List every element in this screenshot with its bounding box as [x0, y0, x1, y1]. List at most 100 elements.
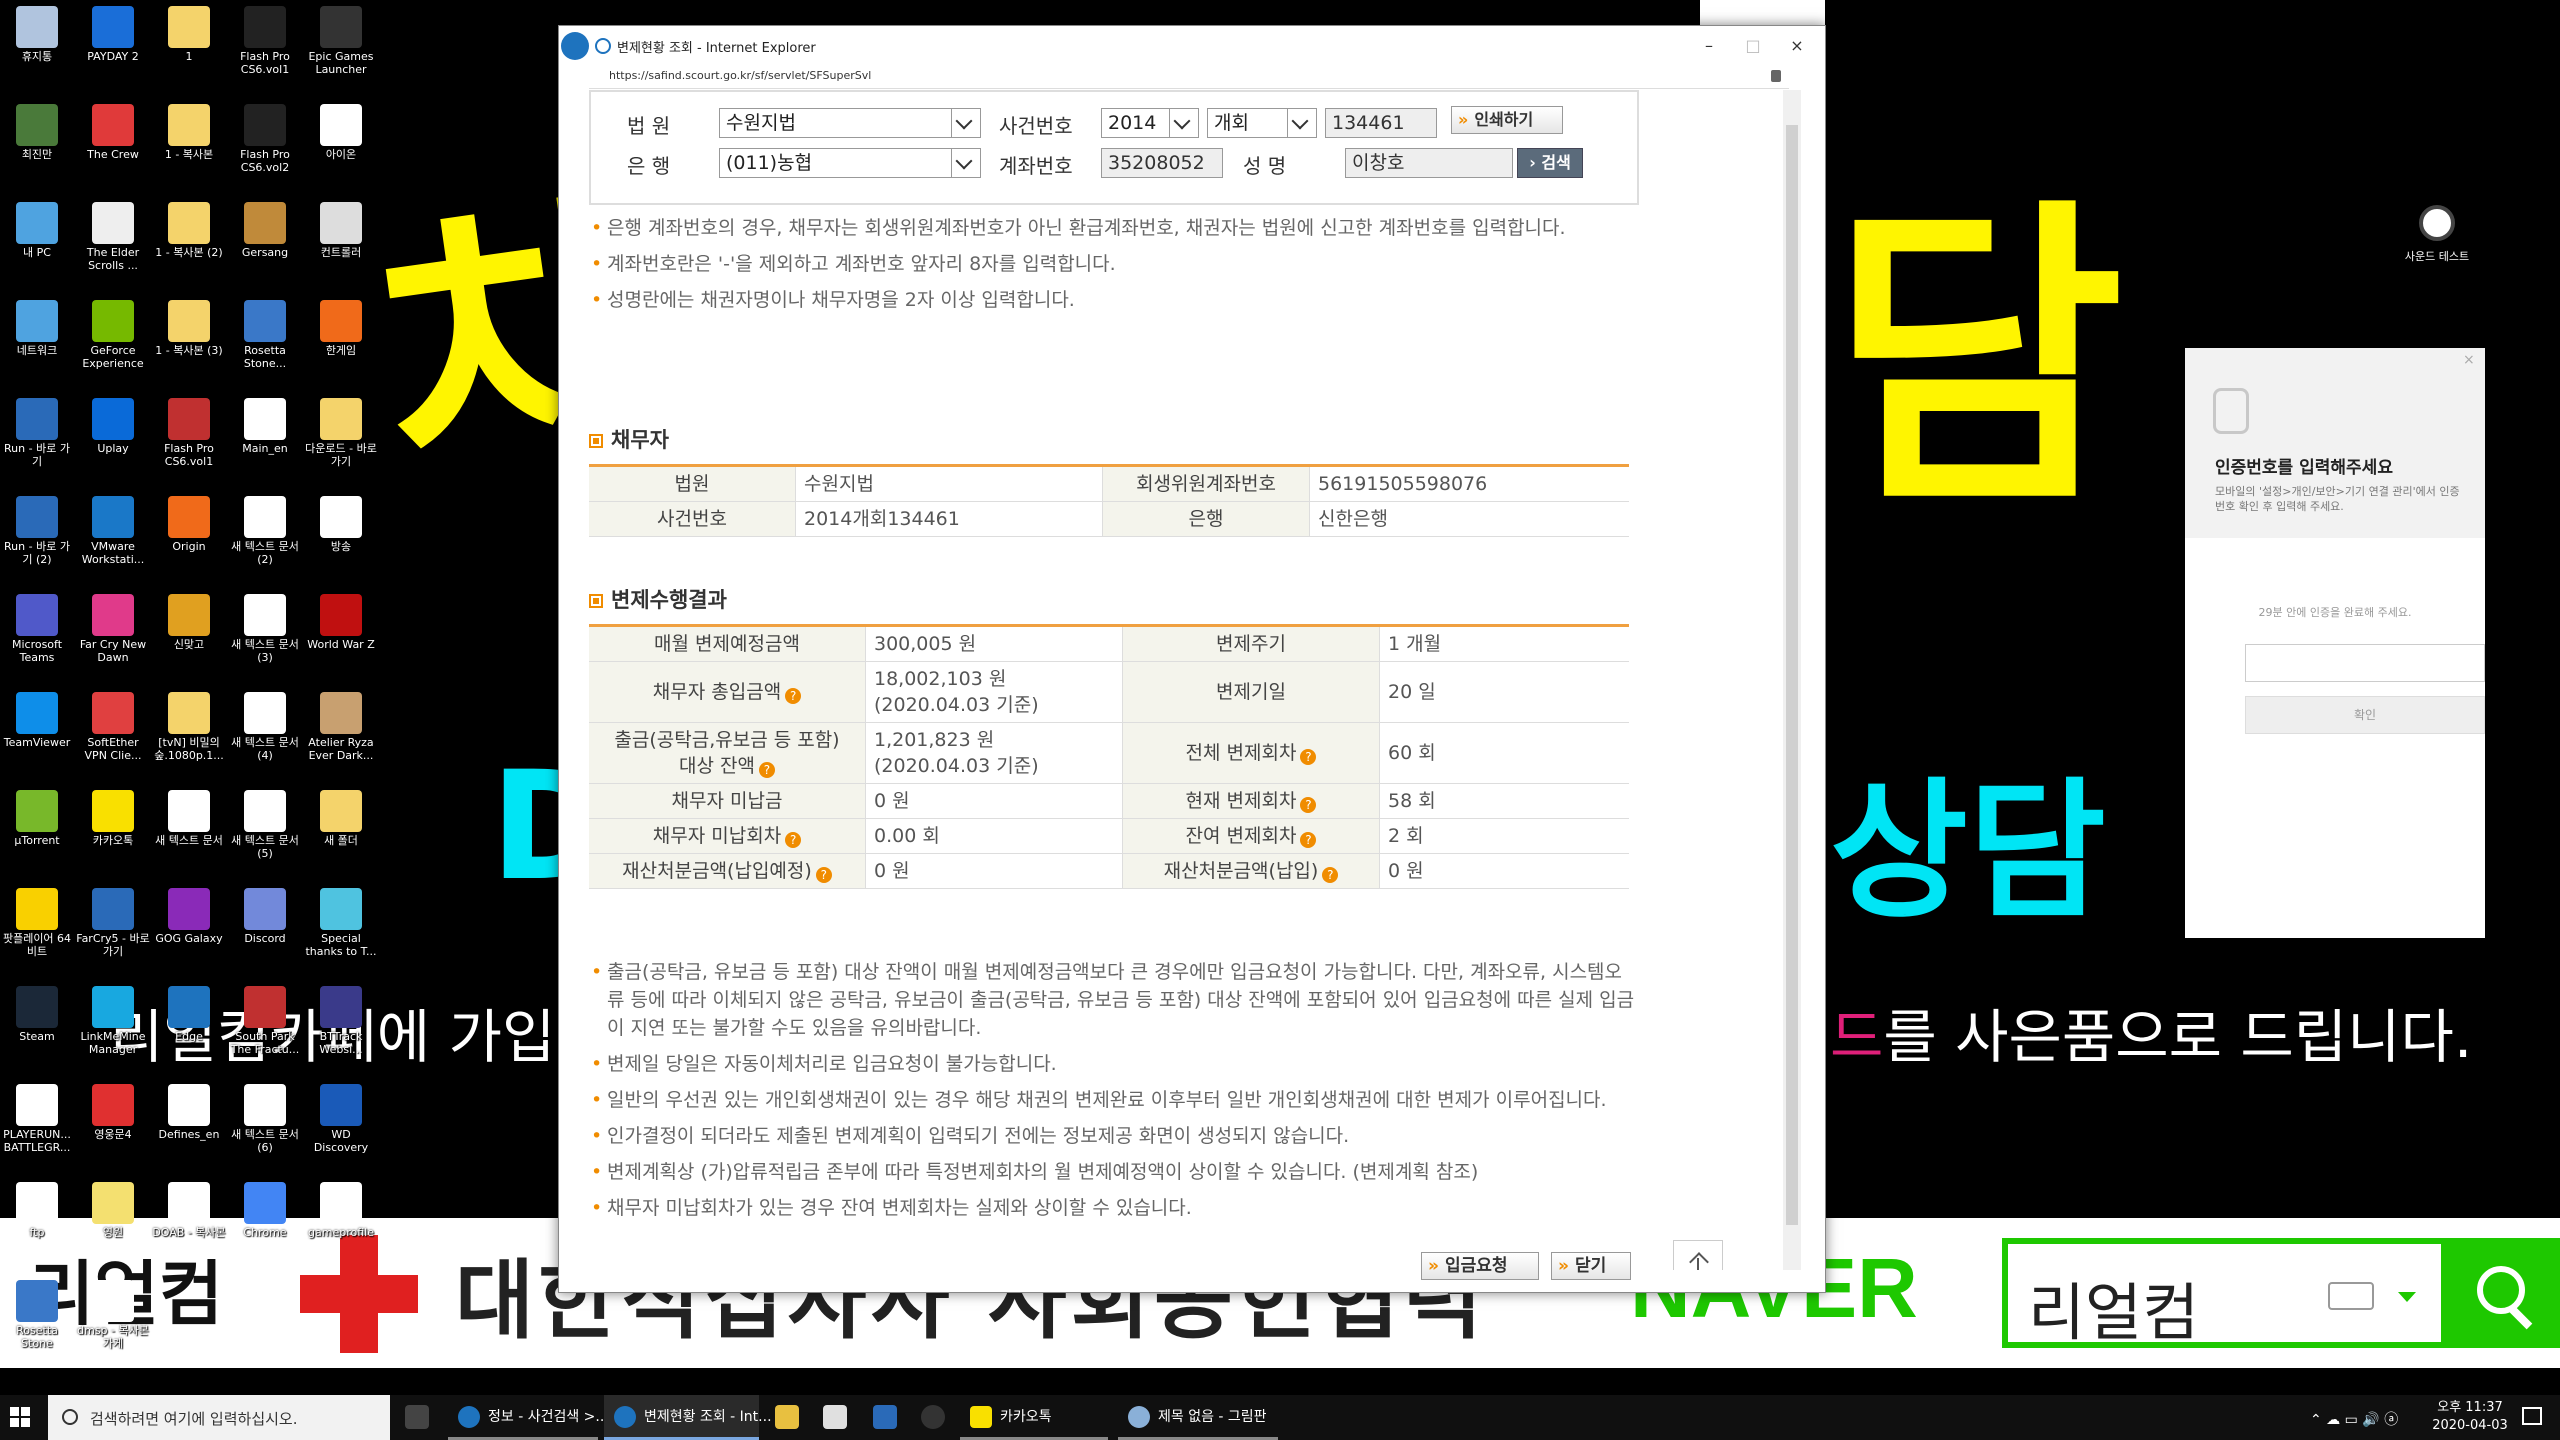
desktop-icon[interactable]: 새 폴더	[304, 786, 378, 847]
file-explorer-icon[interactable]	[775, 1405, 799, 1429]
desktop-icon[interactable]: Flash Pro CS6.vol1	[228, 2, 302, 76]
help-icon[interactable]: ?	[785, 832, 802, 848]
desktop-icon[interactable]: Run - 바로 가기	[0, 394, 74, 468]
desktop-icon[interactable]: 다운로드 - 바로 가기	[304, 394, 378, 468]
desktop-icon[interactable]: South Park The Fractu...	[228, 982, 302, 1056]
desktop-icon[interactable]: Flash Pro CS6.vol1	[152, 394, 226, 468]
minimize-button[interactable]: –	[1689, 32, 1729, 60]
desktop-icon[interactable]: Uplay	[76, 394, 150, 455]
desktop-icon[interactable]: 새 텍스트 문서 (4)	[228, 688, 302, 762]
desktop-icon[interactable]: dmsp - 복사본 가게	[76, 1276, 150, 1350]
desktop-icon[interactable]: 새 텍스트 문서 (3)	[228, 590, 302, 664]
taskbar-app-kakaotalk[interactable]: 카카오톡	[960, 1395, 1108, 1440]
help-icon[interactable]: ?	[1300, 749, 1317, 765]
help-icon[interactable]: ?	[1300, 797, 1317, 813]
desktop-icon[interactable]: Microsoft Teams	[0, 590, 74, 664]
desktop-icon[interactable]: 영원	[76, 1178, 150, 1239]
desktop-icon[interactable]: Atelier Ryza Ever Dark...	[304, 688, 378, 762]
system-tray[interactable]: ⌃ ☁ ▭ 🔊 ⓐ	[2310, 1409, 2398, 1429]
desktop-icon[interactable]: Run - 바로 가기 (2)	[0, 492, 74, 566]
help-icon[interactable]: ?	[815, 867, 832, 883]
help-icon[interactable]: ?	[1300, 832, 1317, 848]
desktop-icon[interactable]: 컨트롤러	[304, 198, 378, 259]
desktop-icon[interactable]: Defines_en	[152, 1080, 226, 1141]
desktop-icon[interactable]: 방송	[304, 492, 378, 553]
desktop-icon[interactable]: Rosetta Stone...	[228, 296, 302, 370]
desktop-icon[interactable]: 한게임	[304, 296, 378, 357]
taskbar-app-paint[interactable]: 제목 없음 - 그림판	[1118, 1395, 1278, 1440]
desktop-icon[interactable]: 새 텍스트 문서 (6)	[228, 1080, 302, 1154]
desktop-icon[interactable]: 새 텍스트 문서	[152, 786, 226, 847]
back-button[interactable]	[561, 32, 589, 60]
case-year-select[interactable]: 2014	[1101, 108, 1199, 138]
desktop-icon[interactable]: 아이온	[304, 100, 378, 161]
desktop-icon[interactable]: GOG Galaxy	[152, 884, 226, 945]
desktop-icon[interactable]: FarCry5 - 바로 가기	[76, 884, 150, 958]
desktop-icon[interactable]: ftp	[0, 1178, 74, 1239]
account-number-input[interactable]: 35208052	[1101, 148, 1223, 178]
close-icon[interactable]: ×	[2463, 352, 2475, 368]
desktop-icon[interactable]: The Crew	[76, 100, 150, 161]
search-button[interactable]: › 검색	[1517, 148, 1583, 178]
desktop-icon[interactable]: 내 PC	[0, 198, 74, 259]
deposit-request-button[interactable]: » 입금요청	[1421, 1252, 1539, 1280]
desktop-icon[interactable]: 영웅문4	[76, 1080, 150, 1141]
taskbar-search-box[interactable]: 검색하려면 여기에 입력하십시오.	[48, 1395, 390, 1440]
desktop-icon[interactable]: Flash Pro CS6.vol2	[228, 100, 302, 174]
start-button[interactable]	[10, 1407, 30, 1427]
desktop-icon[interactable]: PAYDAY 2	[76, 2, 150, 63]
desktop-icon[interactable]: 1 - 복사본 (3)	[152, 296, 226, 357]
desktop-icon[interactable]: 새 텍스트 문서 (5)	[228, 786, 302, 860]
desktop-icon[interactable]: TeamViewer	[0, 688, 74, 749]
ie-titlebar[interactable]: 변제현황 조회 - Internet Explorer – □ ×	[559, 26, 1825, 66]
desktop-icon[interactable]: 새 텍스트 문서 (2)	[228, 492, 302, 566]
print-button[interactable]: » 인쇄하기	[1451, 106, 1563, 134]
auth-code-input[interactable]	[2245, 644, 2485, 682]
bank-select[interactable]: (011)농협	[719, 148, 981, 178]
scrollbar-thumb[interactable]	[1786, 125, 1798, 1225]
desktop-icon[interactable]: Main_en	[228, 394, 302, 455]
case-number-input[interactable]: 134461	[1325, 108, 1437, 138]
case-type-select[interactable]: 개회	[1207, 108, 1317, 138]
desktop-icon[interactable]: VMware Workstati...	[76, 492, 150, 566]
desktop-icon[interactable]: Special thanks to T...	[304, 884, 378, 958]
desktop-icon[interactable]: The Elder Scrolls ...	[76, 198, 150, 272]
help-icon[interactable]: ?	[1322, 867, 1339, 883]
desktop-icon[interactable]: 1	[152, 2, 226, 63]
desktop-icon[interactable]: Discord	[228, 884, 302, 945]
desktop-icon[interactable]: World War Z	[304, 590, 378, 651]
name-input[interactable]: 이창호	[1345, 148, 1513, 178]
desktop-icon[interactable]: 카카오톡	[76, 786, 150, 847]
help-icon[interactable]: ?	[758, 762, 775, 778]
taskbar-app-ie-repayment[interactable]: 변제현황 조회 - Int...	[604, 1395, 772, 1440]
mail-icon[interactable]	[873, 1405, 897, 1429]
auth-confirm-button[interactable]: 확인	[2245, 696, 2485, 734]
desktop-icon[interactable]: Edge	[152, 982, 226, 1043]
desktop-icon[interactable]: Epic Games Launcher	[304, 2, 378, 76]
desktop-icon[interactable]: PLAYERUN... BATTLEGR...	[0, 1080, 74, 1154]
desktop-icon[interactable]: Steam	[0, 982, 74, 1043]
maximize-button[interactable]: □	[1733, 32, 1773, 60]
desktop-icon[interactable]: Origin	[152, 492, 226, 553]
notification-icon[interactable]	[2522, 1407, 2542, 1425]
desktop-icon[interactable]: DOAB - 복사본	[152, 1178, 226, 1239]
desktop-icon[interactable]: WD Discovery	[304, 1080, 378, 1154]
task-view-icon[interactable]	[405, 1405, 429, 1429]
desktop-icon[interactable]: [tvN] 비밀의 숲.1080p.1...	[152, 688, 226, 762]
naver-search-box[interactable]: 리얼컴	[2002, 1238, 2447, 1349]
desktop-icon[interactable]: 1 - 복사본	[152, 100, 226, 161]
desktop-icon-sound-test[interactable]: 사운드 테스트	[2400, 205, 2474, 264]
desktop-icon[interactable]: µTorrent	[0, 786, 74, 847]
taskbar-clock[interactable]: 오후 11:37 2020-04-03	[2430, 1399, 2510, 1435]
address-bar[interactable]: https://safind.scourt.go.kr/sf/servlet/S…	[589, 66, 1789, 89]
desktop-icon[interactable]: 1 - 복사본 (2)	[152, 198, 226, 259]
close-page-button[interactable]: » 닫기	[1551, 1252, 1631, 1280]
store-icon[interactable]	[823, 1405, 847, 1429]
desktop-icon[interactable]: LinkMeMine Manager	[76, 982, 150, 1056]
desktop-icon[interactable]: 신맞고	[152, 590, 226, 651]
scroll-to-top-button[interactable]	[1673, 1240, 1723, 1270]
desktop-icon[interactable]: 휴지통	[0, 2, 74, 63]
desktop-icon[interactable]: 최진만	[0, 100, 74, 161]
desktop-icon[interactable]: GeForce Experience	[76, 296, 150, 370]
desktop-icon[interactable]: Chrome	[228, 1178, 302, 1239]
